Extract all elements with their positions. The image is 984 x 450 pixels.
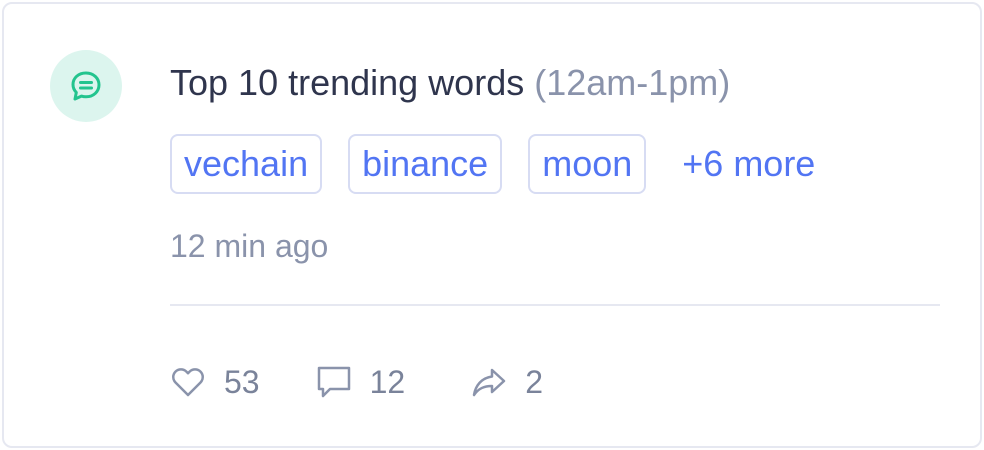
more-tags-link[interactable]: +6 more <box>682 134 815 194</box>
heart-icon <box>170 364 206 400</box>
comment-icon <box>316 364 352 400</box>
tag-moon[interactable]: moon <box>528 134 647 194</box>
chat-bubble-icon <box>68 68 104 104</box>
title-time-range: (12am-1pm) <box>534 62 731 103</box>
title-text: Top 10 trending words <box>170 62 525 103</box>
avatar <box>50 50 122 122</box>
action-bar: 53 12 2 <box>170 360 543 404</box>
share-count: 2 <box>525 364 543 400</box>
divider <box>170 304 940 306</box>
like-count: 53 <box>224 364 260 400</box>
insight-card: Top 10 trending words (12am-1pm) vechain… <box>2 2 982 448</box>
like-button[interactable]: 53 <box>170 360 260 404</box>
tag-binance[interactable]: binance <box>348 134 503 194</box>
comment-count: 12 <box>369 364 406 400</box>
share-arrow-icon <box>471 364 507 400</box>
comment-button[interactable]: 12 <box>316 360 406 404</box>
share-button[interactable]: 2 <box>471 360 543 404</box>
tag-list: vechain binance moon +6 more <box>170 134 815 194</box>
card-title[interactable]: Top 10 trending words (12am-1pm) <box>170 60 730 106</box>
timestamp: 12 min ago <box>170 228 329 264</box>
tag-vechain[interactable]: vechain <box>170 134 323 194</box>
